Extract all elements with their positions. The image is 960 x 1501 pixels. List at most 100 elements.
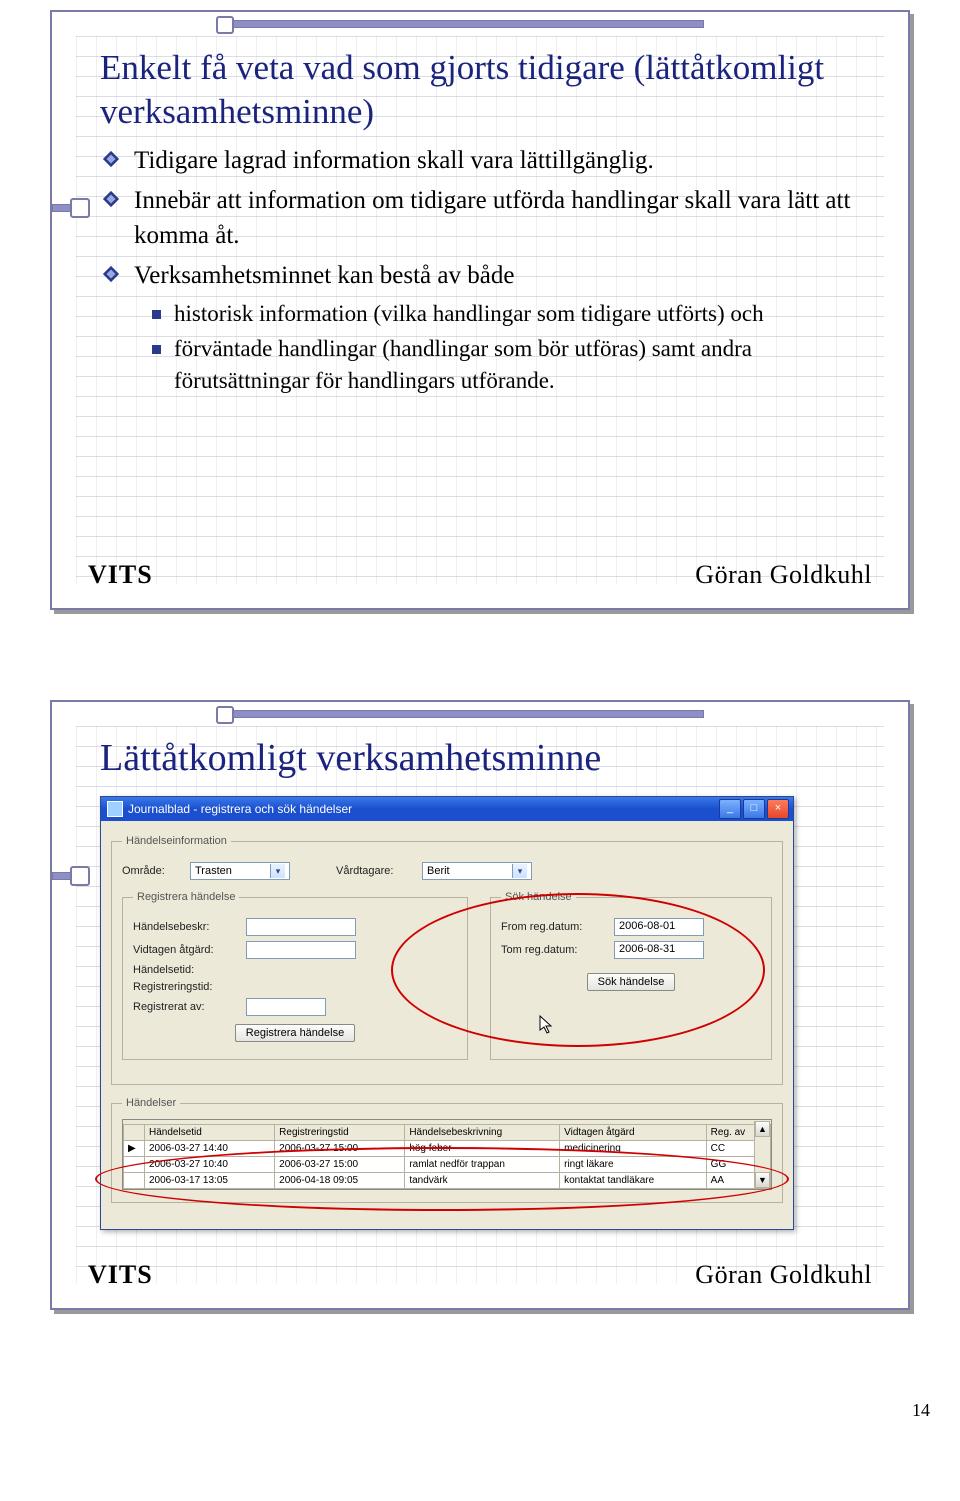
cell: 2006-03-27 15:00 bbox=[275, 1157, 405, 1173]
table-row[interactable]: 2006-03-17 13:05 2006-04-18 09:05 tandvä… bbox=[124, 1173, 771, 1189]
slide-footer: VITS Göran Goldkuhl bbox=[88, 1260, 872, 1290]
cell: ramlat nedför trappan bbox=[405, 1157, 560, 1173]
slide-left-ornament bbox=[70, 198, 90, 218]
cell: 2006-03-27 15:00 bbox=[275, 1141, 405, 1157]
diamond-bullet-icon bbox=[102, 150, 120, 168]
slide-left-ornament bbox=[70, 866, 90, 886]
sub-bullet-text: förväntade handlingar (handlingar som bö… bbox=[174, 336, 752, 393]
bullet-text: Innebär att information om tidigare utfö… bbox=[134, 187, 850, 249]
registrera-legend: Registrera händelse bbox=[133, 891, 239, 903]
registreringstid-label: Registreringstid: bbox=[133, 981, 238, 993]
footer-org: VITS bbox=[88, 1260, 153, 1290]
slide-corner-ornament bbox=[216, 706, 234, 724]
sub-bullet-text: historisk information (vilka handlingar … bbox=[174, 301, 764, 326]
handelsebeskr-label: Händelsebeskr: bbox=[133, 921, 238, 933]
vardtagare-label: Vårdtagare: bbox=[336, 865, 414, 877]
row-marker bbox=[124, 1157, 145, 1173]
cell: 2006-03-27 10:40 bbox=[145, 1157, 275, 1173]
slide-footer: VITS Göran Goldkuhl bbox=[88, 560, 872, 590]
registrerat-av-label: Registrerat av: bbox=[133, 1001, 238, 1013]
cell: hög feber bbox=[405, 1141, 560, 1157]
handelse-info-fieldset: Händelseinformation Område: Trasten ▾ Vå… bbox=[111, 835, 783, 1085]
omrade-select[interactable]: Trasten ▾ bbox=[190, 862, 290, 880]
scroll-down-icon[interactable]: ▼ bbox=[755, 1172, 770, 1188]
cell: kontaktat tandläkare bbox=[560, 1173, 707, 1189]
row-marker: ▶ bbox=[124, 1141, 145, 1157]
from-date-label: From reg.datum: bbox=[501, 921, 606, 933]
cell: 2006-04-18 09:05 bbox=[275, 1173, 405, 1189]
sub-bullet-item: historisk information (vilka handlingar … bbox=[148, 298, 872, 330]
table-row[interactable]: 2006-03-27 10:40 2006-03-27 15:00 ramlat… bbox=[124, 1157, 771, 1173]
registrerat-av-input[interactable] bbox=[246, 998, 326, 1016]
sok-handelse-button[interactable]: Sök händelse bbox=[587, 973, 676, 991]
registrera-fieldset: Registrera händelse Händelsebeskr: Vidta… bbox=[122, 891, 468, 1060]
diamond-bullet-icon bbox=[102, 265, 120, 283]
chevron-down-icon: ▾ bbox=[270, 864, 285, 878]
tom-date-input[interactable]: 2006-08-31 bbox=[614, 941, 704, 959]
window-titlebar[interactable]: Journalblad - registrera och sök händels… bbox=[101, 797, 793, 821]
tom-date-label: Tom reg.datum: bbox=[501, 944, 606, 956]
slide-top-accent bbox=[222, 20, 704, 28]
handelsetid-label: Händelsetid: bbox=[133, 964, 238, 976]
row-marker bbox=[124, 1173, 145, 1189]
slide1-sub-list: historisk information (vilka handlingar … bbox=[148, 298, 872, 397]
footer-author: Göran Goldkuhl bbox=[695, 560, 872, 590]
bullet-text: Tidigare lagrad information skall vara l… bbox=[134, 147, 654, 174]
vardtagare-select[interactable]: Berit ▾ bbox=[422, 862, 532, 880]
slide-top-accent bbox=[222, 710, 704, 718]
cell: 2006-03-27 14:40 bbox=[145, 1141, 275, 1157]
slide-corner-ornament bbox=[216, 16, 234, 34]
handelser-fieldset: Händelser Händelsetid Registreringstid H… bbox=[111, 1097, 783, 1203]
sok-fieldset: Sök händelse From reg.datum: 2006-08-01 T… bbox=[490, 891, 772, 1060]
window-close-button[interactable]: × bbox=[767, 799, 789, 819]
omrade-label: Område: bbox=[122, 865, 182, 877]
col-handelsebeskrivning[interactable]: Händelsebeskrivning bbox=[405, 1125, 560, 1141]
cell: tandvärk bbox=[405, 1173, 560, 1189]
bullet-text: Verksamhetsminnet kan bestå av både bbox=[134, 262, 514, 289]
slide1-title: Enkelt få veta vad som gjorts tidigare (… bbox=[100, 46, 872, 134]
handelser-table-wrap: Händelsetid Registreringstid Händelsebes… bbox=[122, 1119, 772, 1190]
vidtagen-input[interactable] bbox=[246, 941, 356, 959]
window-minimize-button[interactable]: _ bbox=[719, 799, 741, 819]
vardtagare-value: Berit bbox=[427, 865, 450, 877]
slide2-title: Lättåtkomligt verksamhetsminne bbox=[100, 736, 872, 780]
window-title-text: Journalblad - registrera och sök händels… bbox=[128, 802, 719, 816]
handelser-table[interactable]: Händelsetid Registreringstid Händelsebes… bbox=[123, 1124, 771, 1189]
bullet-item: Tidigare lagrad information skall vara l… bbox=[100, 144, 872, 179]
handelser-legend: Händelser bbox=[122, 1097, 180, 1109]
col-handelsetid[interactable]: Händelsetid bbox=[145, 1125, 275, 1141]
window-body: Händelseinformation Område: Trasten ▾ Vå… bbox=[101, 821, 793, 1229]
sub-bullet-item: förväntade handlingar (handlingar som bö… bbox=[148, 333, 872, 396]
mouse-cursor-icon bbox=[539, 1015, 553, 1035]
window-maximize-button[interactable]: □ bbox=[743, 799, 765, 819]
col-vidtagen-atgard[interactable]: Vidtagen åtgärd bbox=[560, 1125, 707, 1141]
bullet-item: Verksamhetsminnet kan bestå av både hist… bbox=[100, 259, 872, 397]
col-registreringstid[interactable]: Registreringstid bbox=[275, 1125, 405, 1141]
journalblad-window: Journalblad - registrera och sök händels… bbox=[100, 796, 794, 1230]
scroll-up-icon[interactable]: ▲ bbox=[755, 1121, 770, 1137]
cell: medicinering bbox=[560, 1141, 707, 1157]
from-date-input[interactable]: 2006-08-01 bbox=[614, 918, 704, 936]
diamond-bullet-icon bbox=[102, 190, 120, 208]
bullet-item: Innebär att information om tidigare utfö… bbox=[100, 184, 872, 253]
table-row[interactable]: ▶ 2006-03-27 14:40 2006-03-27 15:00 hög … bbox=[124, 1141, 771, 1157]
table-scrollbar[interactable]: ▲ ▼ bbox=[754, 1121, 770, 1188]
handelse-info-legend: Händelseinformation bbox=[122, 835, 231, 847]
registrera-handelse-button[interactable]: Registrera händelse bbox=[235, 1024, 355, 1042]
window-app-icon bbox=[107, 801, 123, 817]
footer-org: VITS bbox=[88, 560, 153, 590]
col-marker[interactable] bbox=[124, 1125, 145, 1141]
chevron-down-icon: ▾ bbox=[512, 864, 527, 878]
handelsebeskr-input[interactable] bbox=[246, 918, 356, 936]
slide-1: Enkelt få veta vad som gjorts tidigare (… bbox=[50, 10, 910, 610]
cell: 2006-03-17 13:05 bbox=[145, 1173, 275, 1189]
cell: ringt läkare bbox=[560, 1157, 707, 1173]
slide-2: Lättåtkomligt verksamhetsminne Journalbl… bbox=[50, 700, 910, 1310]
footer-author: Göran Goldkuhl bbox=[695, 1260, 872, 1290]
sok-legend: Sök händelse bbox=[501, 891, 576, 903]
table-header-row: Händelsetid Registreringstid Händelsebes… bbox=[124, 1125, 771, 1141]
vidtagen-label: Vidtagen åtgärd: bbox=[133, 944, 238, 956]
slide1-bullet-list: Tidigare lagrad information skall vara l… bbox=[100, 144, 872, 397]
page-number: 14 bbox=[20, 1400, 940, 1421]
omrade-value: Trasten bbox=[195, 865, 232, 877]
